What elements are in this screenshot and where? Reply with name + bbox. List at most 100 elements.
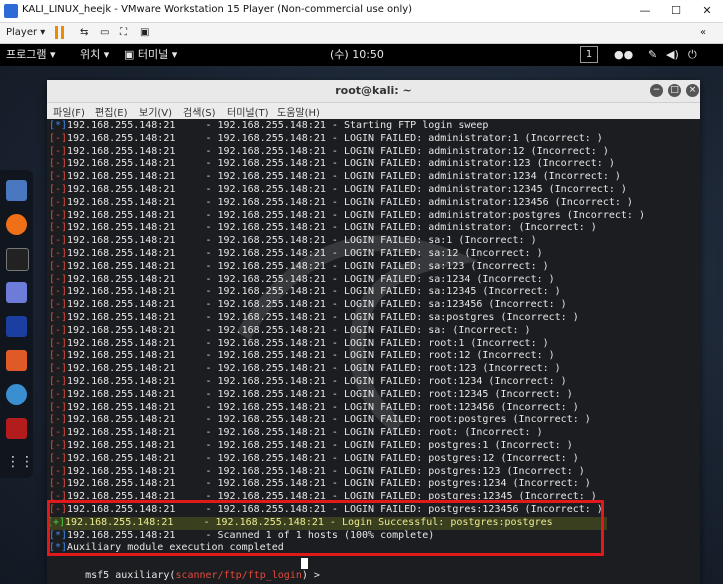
status-marker: [-] [49, 388, 68, 400]
terminal-menubar: 파일(F) 편집(E) 보기(V) 검색(S) 터미널(T) 도움말(H) [47, 103, 700, 119]
line-text: 192.168.255.148:21 - 192.168.255.148:21 … [67, 273, 555, 285]
menu-help[interactable]: 도움말(H) [277, 104, 320, 119]
cherrytree-icon[interactable] [6, 418, 27, 439]
minimize-button[interactable]: — [630, 0, 660, 22]
line-text: 192.168.255.148:21 - 192.168.255.148:21 … [67, 427, 543, 439]
line-text: 192.168.255.148:21 - 192.168.255.148:21 … [65, 516, 553, 528]
status-marker: [-] [49, 427, 68, 439]
burpsuite-icon[interactable] [6, 350, 27, 371]
status-marker: [-] [49, 171, 68, 183]
eye-icon[interactable] [6, 384, 27, 405]
terminal-line: [-]192.168.255.148:21 - 192.168.255.148:… [49, 158, 615, 171]
collapse-toolbar-icon[interactable]: « [700, 25, 706, 41]
pause-icon[interactable] [55, 26, 65, 40]
player-menu[interactable]: Player ▾ [6, 25, 45, 41]
status-marker: [-] [49, 376, 68, 387]
terminal-line: [-]192.168.255.148:21 - 192.168.255.148:… [49, 261, 549, 274]
terminal-output[interactable]: [*]192.168.255.148:21 - 192.168.255.148:… [47, 120, 700, 584]
line-text: 192.168.255.148:21 - 192.168.255.148:21 … [67, 260, 549, 272]
terminal-app-label: 터미널 ▾ [137, 48, 178, 61]
maximize-button[interactable]: ☐ [661, 0, 691, 22]
firefox-icon[interactable] [6, 214, 27, 235]
status-marker: [-] [49, 132, 68, 144]
clock[interactable]: (수) 10:50 [330, 47, 384, 63]
menu-view[interactable]: 보기(V) [139, 104, 172, 119]
workspace-indicator[interactable]: 1 [580, 46, 598, 63]
terminal-line: [-]192.168.255.148:21 - 192.168.255.148:… [49, 440, 573, 453]
terminal-line: [-]192.168.255.148:21 - 192.168.255.148:… [49, 389, 573, 402]
terminal-line: [-]192.168.255.148:21 - 192.168.255.148:… [49, 171, 621, 184]
status-marker: [-] [49, 222, 68, 234]
line-text: 192.168.255.148:21 - 192.168.255.148:21 … [67, 248, 543, 259]
terminal-prompt[interactable]: msf5 auxiliary(scanner/ftp/ftp_login) > [49, 557, 326, 581]
status-marker: [-] [49, 235, 68, 247]
devices-icon[interactable]: ▭ [100, 25, 109, 41]
vmware-toolbar: Player ▾ ⇆ ▭ ⛶ ▣ « [0, 23, 723, 44]
terminal-line: [-]192.168.255.148:21 - 192.168.255.148:… [49, 235, 537, 248]
status-marker: [*] [49, 542, 68, 554]
terminal-title: root@kali: ~ [335, 84, 412, 97]
terminal-line: [-]192.168.255.148:21 - 192.168.255.148:… [49, 350, 555, 363]
terminal-line: [-]192.168.255.148:21 - 192.168.255.148:… [49, 325, 531, 338]
line-text: 192.168.255.148:21 - 192.168.255.148:21 … [67, 120, 489, 131]
files-icon[interactable] [6, 180, 27, 201]
line-text: 192.168.255.148:21 - 192.168.255.148:21 … [67, 401, 579, 413]
status-marker: [-] [49, 286, 68, 298]
terminal-maximize-icon[interactable]: □ [668, 84, 681, 97]
vmware-icon [4, 4, 18, 18]
status-marker: [-] [49, 299, 68, 311]
places-menu[interactable]: 위치 ▾ [80, 47, 109, 63]
line-text: 192.168.255.148:21 - 192.168.255.148:21 … [67, 145, 609, 157]
users-icon[interactable]: ●● [614, 47, 633, 63]
volume-icon[interactable]: ◀) [666, 47, 679, 63]
programs-menu[interactable]: 프로그램 ▾ [6, 47, 56, 63]
terminal-line: [-]192.168.255.148:21 - 192.168.255.148:… [49, 376, 567, 389]
status-marker: [-] [49, 324, 68, 336]
terminal-app-menu[interactable]: ▣ 터미널 ▾ [124, 47, 177, 63]
send-ctrl-alt-del-icon[interactable]: ⇆ [80, 25, 88, 41]
metasploit-icon[interactable] [6, 316, 27, 337]
fullscreen-icon[interactable]: ⛶ [120, 25, 127, 41]
menu-edit[interactable]: 편집(E) [95, 104, 128, 119]
line-text: Auxiliary module execution completed [67, 542, 284, 554]
line-text: 192.168.255.148:21 - 192.168.255.148:21 … [67, 388, 573, 400]
terminal-close-icon[interactable]: × [686, 84, 699, 97]
terminal-icon[interactable] [6, 248, 29, 271]
terminal-line: [-]192.168.255.148:21 - 192.168.255.148:… [49, 338, 549, 351]
status-marker: [-] [49, 248, 68, 259]
status-marker: [-] [49, 363, 68, 375]
terminal-line: [*]Auxiliary module execution completed [49, 542, 284, 555]
line-text: 192.168.255.148:21 - 192.168.255.148:21 … [67, 324, 531, 336]
terminal-line: [-]192.168.255.148:21 - 192.168.255.148:… [49, 299, 567, 312]
unity-icon[interactable]: ▣ [140, 25, 149, 41]
line-text: 192.168.255.148:21 - 192.168.255.148:21 … [67, 196, 633, 208]
status-marker: [*] [49, 529, 68, 541]
terminal-window: root@kali: ~ − □ × 파일(F) 편집(E) 보기(V) 검색(… [47, 80, 700, 584]
status-marker: [-] [49, 158, 68, 170]
status-marker: [*] [49, 120, 68, 131]
status-marker: [-] [49, 478, 68, 490]
terminal-line: [-]192.168.255.148:21 - 192.168.255.148:… [49, 363, 561, 376]
line-text: 192.168.255.148:21 - 192.168.255.148:21 … [67, 363, 561, 375]
terminal-line: [-]192.168.255.148:21 - 192.168.255.148:… [49, 222, 597, 235]
menu-file[interactable]: 파일(F) [53, 104, 85, 119]
terminal-line: [-]192.168.255.148:21 - 192.168.255.148:… [49, 248, 543, 261]
status-marker: [-] [49, 350, 68, 362]
status-marker: [-] [49, 145, 68, 157]
status-marker: [-] [49, 260, 68, 272]
terminal-minimize-icon[interactable]: − [650, 84, 663, 97]
line-text: 192.168.255.148:21 - 192.168.255.148:21 … [67, 299, 567, 311]
close-button[interactable]: ✕ [692, 0, 722, 22]
line-text: 192.168.255.148:21 - 192.168.255.148:21 … [67, 452, 579, 464]
power-icon[interactable]: ⏻ [688, 47, 697, 63]
line-text: 192.168.255.148:21 - 192.168.255.148:21 … [67, 312, 579, 323]
dock: ⋮⋮ [0, 170, 34, 478]
status-marker: [-] [49, 209, 68, 221]
notes-icon[interactable] [6, 282, 27, 303]
app-grid-icon[interactable]: ⋮⋮ [6, 452, 34, 473]
line-text: 192.168.255.148:21 - 192.168.255.148:21 … [67, 440, 573, 451]
terminal-line: [-]192.168.255.148:21 - 192.168.255.148:… [49, 491, 597, 504]
menu-terminal[interactable]: 터미널(T) [227, 104, 269, 119]
menu-search[interactable]: 검색(S) [183, 104, 216, 119]
pen-icon[interactable]: ✎ [648, 47, 657, 63]
